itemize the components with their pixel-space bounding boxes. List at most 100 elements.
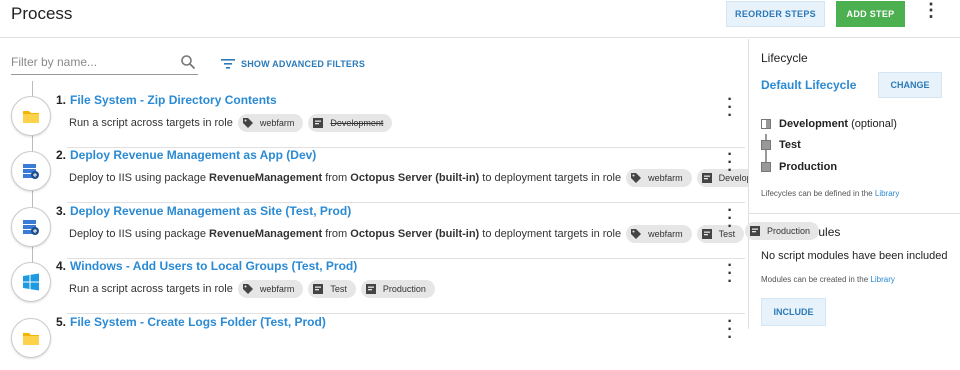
step-title[interactable]: 4. Windows - Add Users to Local Groups (T… (56, 259, 357, 273)
feed-name: Octopus Server (built-in) (350, 172, 480, 184)
step-icon-circle (11, 262, 51, 302)
phase-icon (761, 162, 771, 172)
environment-chip: Production (745, 222, 820, 240)
step-description: Run a script across targets in role webf… (69, 114, 393, 132)
step-desc-text: Deploy to IIS using package (69, 172, 206, 184)
step-more-options-icon[interactable]: · · · (725, 203, 735, 235)
chip-label: Development (330, 118, 384, 128)
server-icon (23, 220, 39, 235)
step-desc-text: from (325, 228, 348, 240)
step-description: Run a script across targets in role webf… (69, 280, 435, 298)
more-options-icon[interactable]: ⋮ (922, 1, 940, 22)
environment-icon (701, 173, 712, 183)
lifecycle-name-link[interactable]: Default Lifecycle (761, 78, 856, 92)
page-title: Process (11, 4, 73, 23)
chip-label: webfarm (259, 284, 295, 294)
change-lifecycle-button[interactable]: CHANGE (878, 72, 942, 98)
step-more-options-icon[interactable]: · · · (725, 92, 735, 124)
step-number: 2. (56, 148, 67, 162)
step-number: 5. (56, 315, 67, 329)
filter-input[interactable] (11, 53, 176, 69)
note-text: Lifecycles can be defined in the (761, 189, 873, 198)
windows-icon (23, 273, 39, 291)
role-chip: webfarm (237, 114, 304, 132)
environment-icon (313, 118, 324, 128)
add-step-button[interactable]: ADD STEP (836, 1, 905, 27)
lifecycle-note: Lifecycles can be defined in the Library (761, 189, 899, 198)
filter-icon (221, 59, 235, 69)
step-title[interactable]: 5. File System - Create Logs Folder (Test… (56, 315, 326, 329)
step-icon-circle (11, 96, 51, 136)
library-link[interactable]: Library (870, 275, 894, 284)
phase-name: Development (779, 118, 849, 130)
environment-chip: Development (308, 114, 393, 132)
step-desc-text: Deploy to IIS using package (69, 228, 206, 240)
sidebar: Lifecycle Default Lifecycle CHANGE Devel… (748, 39, 960, 329)
phase-item: Test (761, 139, 804, 151)
step-icon-circle (11, 318, 51, 358)
step-icon-circle (11, 151, 51, 191)
step-row[interactable]: 3. Deploy Revenue Management as Site (Tes… (11, 203, 745, 259)
step-row[interactable]: 5. File System - Create Logs Folder (Test… (11, 314, 745, 370)
page-header: Process REORDER STEPS ADD STEP ⋮ (0, 0, 960, 38)
step-name-link[interactable]: File System - Zip Directory Contents (70, 93, 277, 107)
phase-optional-icon (761, 119, 771, 129)
role-chip: webfarm (626, 225, 692, 243)
tag-icon (631, 229, 642, 239)
step-number: 4. (56, 259, 67, 273)
note-text: Modules can be created in the (761, 275, 869, 284)
step-name-link[interactable]: Windows - Add Users to Local Groups (Tes… (70, 259, 357, 273)
step-title[interactable]: 3. Deploy Revenue Management as Site (Tes… (56, 204, 351, 218)
phase-icon (761, 140, 771, 150)
lifecycle-heading: Lifecycle (761, 51, 808, 65)
search-icon[interactable] (180, 54, 196, 70)
chip-label: webfarm (648, 229, 683, 239)
environment-chip: Production (360, 280, 435, 298)
server-icon (23, 164, 39, 179)
step-name-link[interactable]: Deploy Revenue Management as Site (Test,… (70, 204, 351, 218)
step-more-options-icon[interactable]: · · · (725, 147, 735, 179)
feed-name: Octopus Server (built-in) (350, 228, 480, 240)
chip-label: Production (382, 284, 426, 294)
environment-icon (750, 226, 760, 236)
library-link[interactable]: Library (875, 189, 899, 198)
modules-note: Modules can be created in the Library (761, 275, 895, 284)
show-advanced-filters-button[interactable]: SHOW ADVANCED FILTERS (221, 58, 365, 70)
reorder-steps-button[interactable]: REORDER STEPS (726, 1, 825, 27)
step-description: Deploy to IIS using package RevenueManag… (69, 225, 745, 243)
step-desc-text: from (325, 172, 348, 184)
modules-empty-text: No script modules have been included (761, 250, 948, 262)
filter-field (11, 53, 198, 75)
package-name: RevenueManagement (209, 228, 323, 240)
phase-suffix: (optional) (851, 118, 897, 130)
step-row[interactable]: 2. Deploy Revenue Management as App (Dev)… (11, 147, 781, 203)
chip-label: webfarm (259, 118, 295, 128)
step-name-link[interactable]: Deploy Revenue Management as App (Dev) (70, 148, 316, 162)
divider (749, 213, 960, 214)
step-title[interactable]: 2. Deploy Revenue Management as App (Dev) (56, 148, 316, 162)
step-name-link[interactable]: File System - Create Logs Folder (Test, … (70, 315, 326, 329)
step-more-options-icon[interactable]: · · · (725, 258, 735, 290)
step-row[interactable]: 4. Windows - Add Users to Local Groups (T… (11, 258, 745, 314)
step-title[interactable]: 1. File System - Zip Directory Contents (56, 93, 277, 107)
advanced-filters-label: SHOW ADVANCED FILTERS (241, 59, 366, 69)
chip-label: webfarm (648, 173, 683, 183)
role-chip: webfarm (626, 169, 692, 187)
step-desc-text: to deployment targets in role (482, 228, 622, 240)
include-modules-button[interactable]: INCLUDE (761, 298, 826, 326)
folder-icon (23, 110, 39, 123)
environment-chip: Test (696, 225, 745, 243)
step-icon-circle (11, 207, 51, 247)
environment-icon (313, 284, 324, 294)
step-more-options-icon[interactable]: · · · (725, 314, 735, 346)
phase-item: Development (optional) (761, 118, 897, 130)
step-row[interactable]: 1. File System - Zip Directory Contents R… (11, 92, 745, 148)
package-name: RevenueManagement (209, 172, 323, 184)
step-number: 3. (56, 204, 67, 218)
phase-name: Production (779, 161, 838, 173)
folder-icon (23, 332, 39, 345)
tag-icon (631, 173, 642, 183)
environment-chip: Test (308, 280, 356, 298)
environment-icon (701, 229, 712, 239)
chip-label: Production (767, 226, 811, 236)
